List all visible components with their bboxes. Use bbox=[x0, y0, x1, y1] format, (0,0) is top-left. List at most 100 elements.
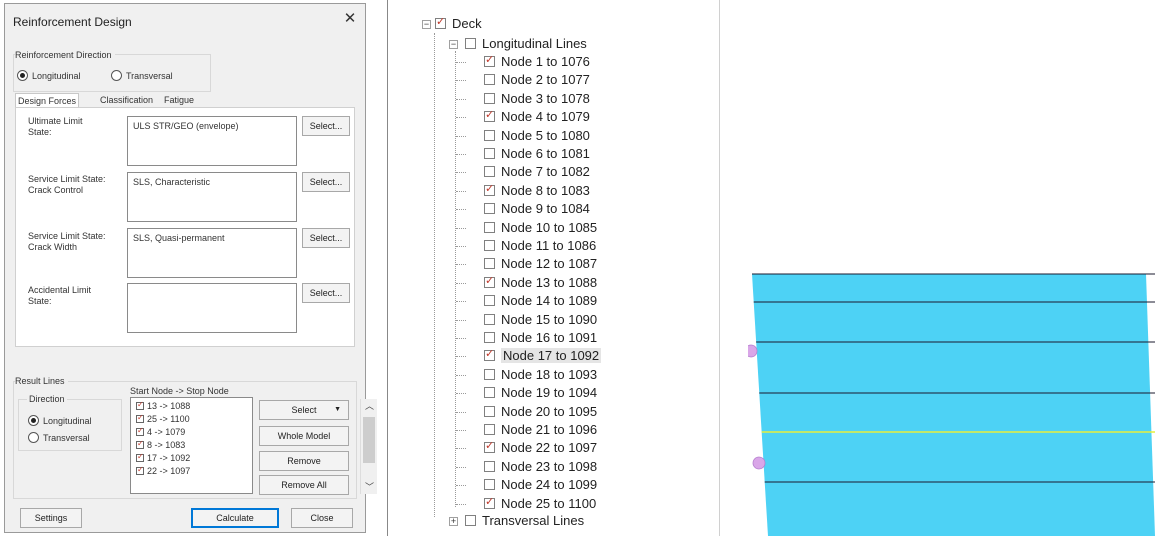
tab-classification[interactable]: Classification bbox=[98, 93, 155, 107]
tree-item-node[interactable]: Node 6 to 1081 bbox=[484, 145, 590, 163]
accidental-select-button[interactable]: Select... bbox=[302, 283, 350, 303]
tree-checkbox[interactable] bbox=[484, 479, 495, 491]
list-scrollbar[interactable]: ︿ ﹀ bbox=[360, 399, 377, 494]
tree-checkbox[interactable] bbox=[465, 515, 476, 526]
tree-item-node[interactable]: Node 12 to 1087 bbox=[484, 255, 597, 273]
deck-surface[interactable] bbox=[752, 274, 1155, 536]
tree-item-node[interactable]: Node 17 to 1092 bbox=[484, 347, 602, 365]
tree-checkbox[interactable] bbox=[484, 495, 495, 509]
tree-item-node[interactable]: Node 22 to 1097 bbox=[484, 439, 597, 457]
sls-crack-control-select-button[interactable]: Select... bbox=[302, 172, 350, 192]
list-item[interactable]: 22 -> 1097 bbox=[136, 465, 190, 476]
tree-checkbox[interactable] bbox=[484, 439, 495, 454]
radio-result-longitudinal[interactable] bbox=[28, 415, 39, 426]
tree-item-node[interactable]: Node 18 to 1093 bbox=[484, 366, 597, 384]
uls-select-button[interactable]: Select... bbox=[302, 116, 350, 136]
list-item[interactable]: 4 -> 1079 bbox=[136, 426, 185, 437]
list-item[interactable]: 25 -> 1100 bbox=[136, 413, 190, 424]
tree-item-node[interactable]: Node 2 to 1077 bbox=[484, 71, 590, 89]
tree-item-node[interactable]: Node 23 to 1098 bbox=[484, 458, 597, 476]
tree-checkbox[interactable] bbox=[484, 295, 495, 307]
tree-checkbox[interactable] bbox=[484, 129, 495, 141]
tree-checkbox[interactable] bbox=[484, 405, 495, 417]
tree-item-transversal-lines[interactable]: Transversal Lines bbox=[465, 512, 584, 530]
close-icon[interactable]: ✕ bbox=[341, 10, 359, 28]
tree-checkbox[interactable] bbox=[484, 258, 495, 270]
tree-item-node[interactable]: Node 11 to 1086 bbox=[484, 237, 596, 255]
tab-design-forces[interactable]: Design Forces bbox=[15, 93, 80, 107]
uls-field[interactable]: ULS STR/GEO (envelope) bbox=[127, 116, 297, 166]
sls-crack-width-field[interactable]: SLS, Quasi-permanent bbox=[127, 228, 297, 278]
list-item[interactable]: 17 -> 1092 bbox=[136, 452, 190, 463]
tree-checkbox[interactable] bbox=[484, 148, 495, 159]
whole-model-button[interactable]: Whole Model bbox=[259, 426, 349, 446]
list-item-check[interactable] bbox=[136, 452, 144, 462]
tree-checkbox[interactable] bbox=[465, 38, 476, 49]
list-item-check[interactable] bbox=[136, 413, 144, 423]
tree-item-node[interactable]: Node 1 to 1076 bbox=[484, 53, 590, 71]
scroll-thumb[interactable] bbox=[363, 417, 375, 463]
result-lines-list[interactable]: 13 -> 1088 25 -> 1100 4 -> 1079 8 -> 108… bbox=[130, 397, 377, 494]
tab-fatigue[interactable]: Fatigue bbox=[162, 93, 196, 107]
tree-item-node[interactable]: Node 25 to 1100 bbox=[484, 495, 596, 513]
tree-item-node[interactable]: Node 3 to 1078 bbox=[484, 90, 590, 108]
remove-all-button[interactable]: Remove All bbox=[259, 475, 349, 495]
tree-checkbox[interactable] bbox=[484, 387, 495, 399]
tree-checkbox[interactable] bbox=[484, 53, 495, 67]
list-item-check[interactable] bbox=[136, 426, 144, 436]
tree-checkbox[interactable] bbox=[484, 332, 495, 343]
remove-button[interactable]: Remove bbox=[259, 451, 349, 471]
sls-crack-control-field[interactable]: SLS, Characteristic bbox=[127, 172, 297, 222]
list-item-check[interactable] bbox=[136, 439, 144, 449]
tree-checkbox[interactable] bbox=[435, 15, 446, 29]
settings-button[interactable]: Settings bbox=[20, 508, 82, 528]
scroll-up-icon[interactable]: ︿ bbox=[361, 399, 378, 413]
collapse-deck-icon[interactable]: − bbox=[422, 20, 431, 29]
expand-transversal-icon[interactable]: + bbox=[449, 517, 458, 526]
radio-reinforcement-transversal[interactable] bbox=[111, 70, 122, 81]
node-marker[interactable] bbox=[752, 456, 766, 470]
tree-checkbox[interactable] bbox=[484, 203, 495, 215]
list-item[interactable]: 13 -> 1088 bbox=[136, 400, 190, 411]
radio-result-transversal[interactable] bbox=[28, 432, 39, 443]
close-button[interactable]: Close bbox=[291, 508, 353, 528]
tree-item-node[interactable]: Node 15 to 1090 bbox=[484, 311, 597, 329]
select-dropdown-button[interactable]: Select ▼ bbox=[259, 400, 349, 420]
tree-item-node[interactable]: Node 21 to 1096 bbox=[484, 421, 597, 439]
tree-item-node[interactable]: Node 8 to 1083 bbox=[484, 182, 590, 200]
tree-item-node[interactable]: Node 4 to 1079 bbox=[484, 108, 590, 126]
list-item[interactable]: 8 -> 1083 bbox=[136, 439, 185, 450]
tree-checkbox[interactable] bbox=[484, 347, 495, 362]
tree-checkbox[interactable] bbox=[484, 166, 495, 178]
tree-item-longitudinal-lines[interactable]: Longitudinal Lines bbox=[465, 35, 587, 53]
tree-item-node[interactable]: Node 20 to 1095 bbox=[484, 403, 597, 421]
tree-item-node[interactable]: Node 7 to 1082 bbox=[484, 163, 590, 181]
scroll-down-icon[interactable]: ﹀ bbox=[361, 480, 378, 494]
tree-checkbox[interactable] bbox=[484, 74, 495, 86]
tree-item-node[interactable]: Node 13 to 1088 bbox=[484, 274, 597, 292]
model-3d-view[interactable] bbox=[748, 270, 1155, 536]
tree-item-node[interactable]: Node 10 to 1085 bbox=[484, 219, 597, 237]
tree-item-deck[interactable]: Deck bbox=[435, 15, 482, 33]
tree-checkbox[interactable] bbox=[484, 182, 495, 196]
tree-checkbox[interactable] bbox=[484, 92, 495, 104]
tree-item-node[interactable]: Node 16 to 1091 bbox=[484, 329, 597, 347]
accidental-field[interactable] bbox=[127, 283, 297, 333]
collapse-longitudinal-icon[interactable]: − bbox=[449, 40, 458, 49]
tree-checkbox[interactable] bbox=[484, 274, 495, 288]
tree-item-node[interactable]: Node 14 to 1089 bbox=[484, 292, 597, 310]
tree-checkbox[interactable] bbox=[484, 221, 495, 233]
tree-checkbox[interactable] bbox=[484, 460, 495, 472]
tree-checkbox[interactable] bbox=[484, 424, 495, 435]
tree-checkbox[interactable] bbox=[484, 240, 495, 251]
tree-checkbox[interactable] bbox=[484, 368, 495, 380]
list-item-check[interactable] bbox=[136, 465, 144, 475]
tree-item-node[interactable]: Node 24 to 1099 bbox=[484, 476, 597, 494]
radio-reinforcement-longitudinal[interactable] bbox=[17, 70, 28, 81]
list-item-check[interactable] bbox=[136, 400, 144, 410]
tree-checkbox[interactable] bbox=[484, 108, 495, 123]
sls-crack-width-select-button[interactable]: Select... bbox=[302, 228, 350, 248]
node-marker[interactable] bbox=[748, 344, 758, 358]
tree-checkbox[interactable] bbox=[484, 313, 495, 325]
tree-item-node[interactable]: Node 5 to 1080 bbox=[484, 127, 590, 145]
